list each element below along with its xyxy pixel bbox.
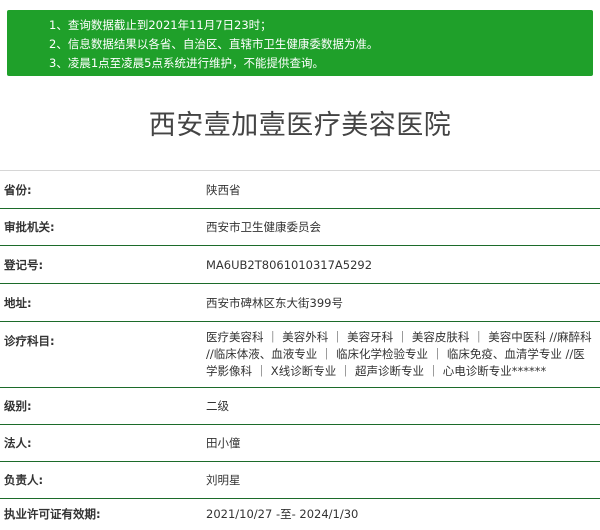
info-row-registration-number: 登记号: MA6UB2T8061010317A5292 (0, 246, 600, 284)
info-row-approval-authority: 审批机关: 西安市卫生健康委员会 (0, 209, 600, 246)
address-value: 西安市碑林区东大街399号 (206, 296, 343, 310)
hospital-name-title: 西安壹加壹医疗美容医院 (148, 110, 452, 141)
notice-line-2: 2、信息数据结果以各省、自治区、直辖市卫生健康委数据为准。 (49, 37, 379, 51)
level-value: 二级 (206, 399, 229, 413)
level-label: 级别: (4, 399, 32, 413)
departments-label: 诊疗科目: (4, 334, 55, 348)
legal-person-value: 田小僮 (206, 436, 241, 450)
notice-line-1: 1、查询数据截止到2021年11月7日23时； (49, 18, 272, 32)
registration-number-label: 登记号: (4, 258, 44, 272)
notice-banner: 1、查询数据截止到2021年11月7日23时； 2、信息数据结果以各省、自治区、… (7, 10, 593, 76)
notice-line-3: 3、凌晨1点至凌晨5点系统进行维护，不能提供查询。 (49, 56, 324, 70)
departments-value: 医疗美容科 ｜ 美容外科 ｜ 美容牙科 ｜ 美容皮肤科 ｜ 美容中医科 //麻醉… (206, 330, 592, 378)
info-row-legal-person: 法人: 田小僮 (0, 425, 600, 462)
info-row-province: 省份: 陕西省 (0, 171, 600, 209)
registration-number-value: MA6UB2T8061010317A5292 (206, 258, 373, 272)
approval-authority-value: 西安市卫生健康委员会 (206, 220, 321, 234)
province-label: 省份: (4, 183, 32, 197)
legal-person-label: 法人: (4, 436, 32, 450)
info-row-address: 地址: 西安市碑林区东大街399号 (0, 284, 600, 322)
province-value: 陕西省 (206, 183, 241, 197)
info-row-person-in-charge: 负责人: 刘明星 (0, 462, 600, 499)
hospital-info-table: 省份: 陕西省 审批机关: 西安市卫生健康委员会 登记号: MA6UB2T806… (0, 170, 600, 530)
info-row-departments: 诊疗科目: 医疗美容科 ｜ 美容外科 ｜ 美容牙科 ｜ 美容皮肤科 ｜ 美容中医… (0, 322, 600, 388)
address-label: 地址: (4, 296, 32, 310)
person-in-charge-value: 刘明星 (206, 473, 241, 487)
person-in-charge-label: 负责人: (4, 473, 44, 487)
approval-authority-label: 审批机关: (4, 220, 55, 234)
info-row-level: 级别: 二级 (0, 388, 600, 425)
